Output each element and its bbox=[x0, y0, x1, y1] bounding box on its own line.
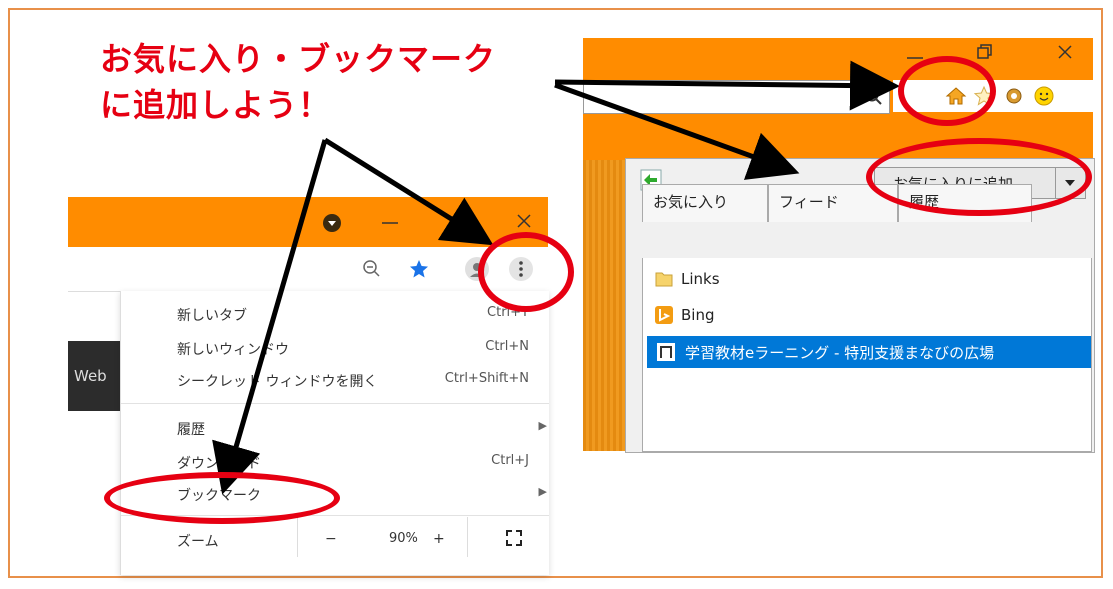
arrow-to-favorites-star bbox=[554, 60, 900, 111]
highlight-bookmarks-item bbox=[104, 472, 340, 524]
highlight-favorites-star bbox=[898, 56, 996, 126]
arrow-to-bookmarks-item bbox=[212, 139, 328, 495]
arrow-to-add-favorites bbox=[554, 82, 800, 180]
highlight-chrome-menu-button bbox=[478, 232, 574, 312]
arrow-to-chrome-menu bbox=[323, 137, 494, 246]
highlight-add-favorites bbox=[866, 138, 1092, 216]
